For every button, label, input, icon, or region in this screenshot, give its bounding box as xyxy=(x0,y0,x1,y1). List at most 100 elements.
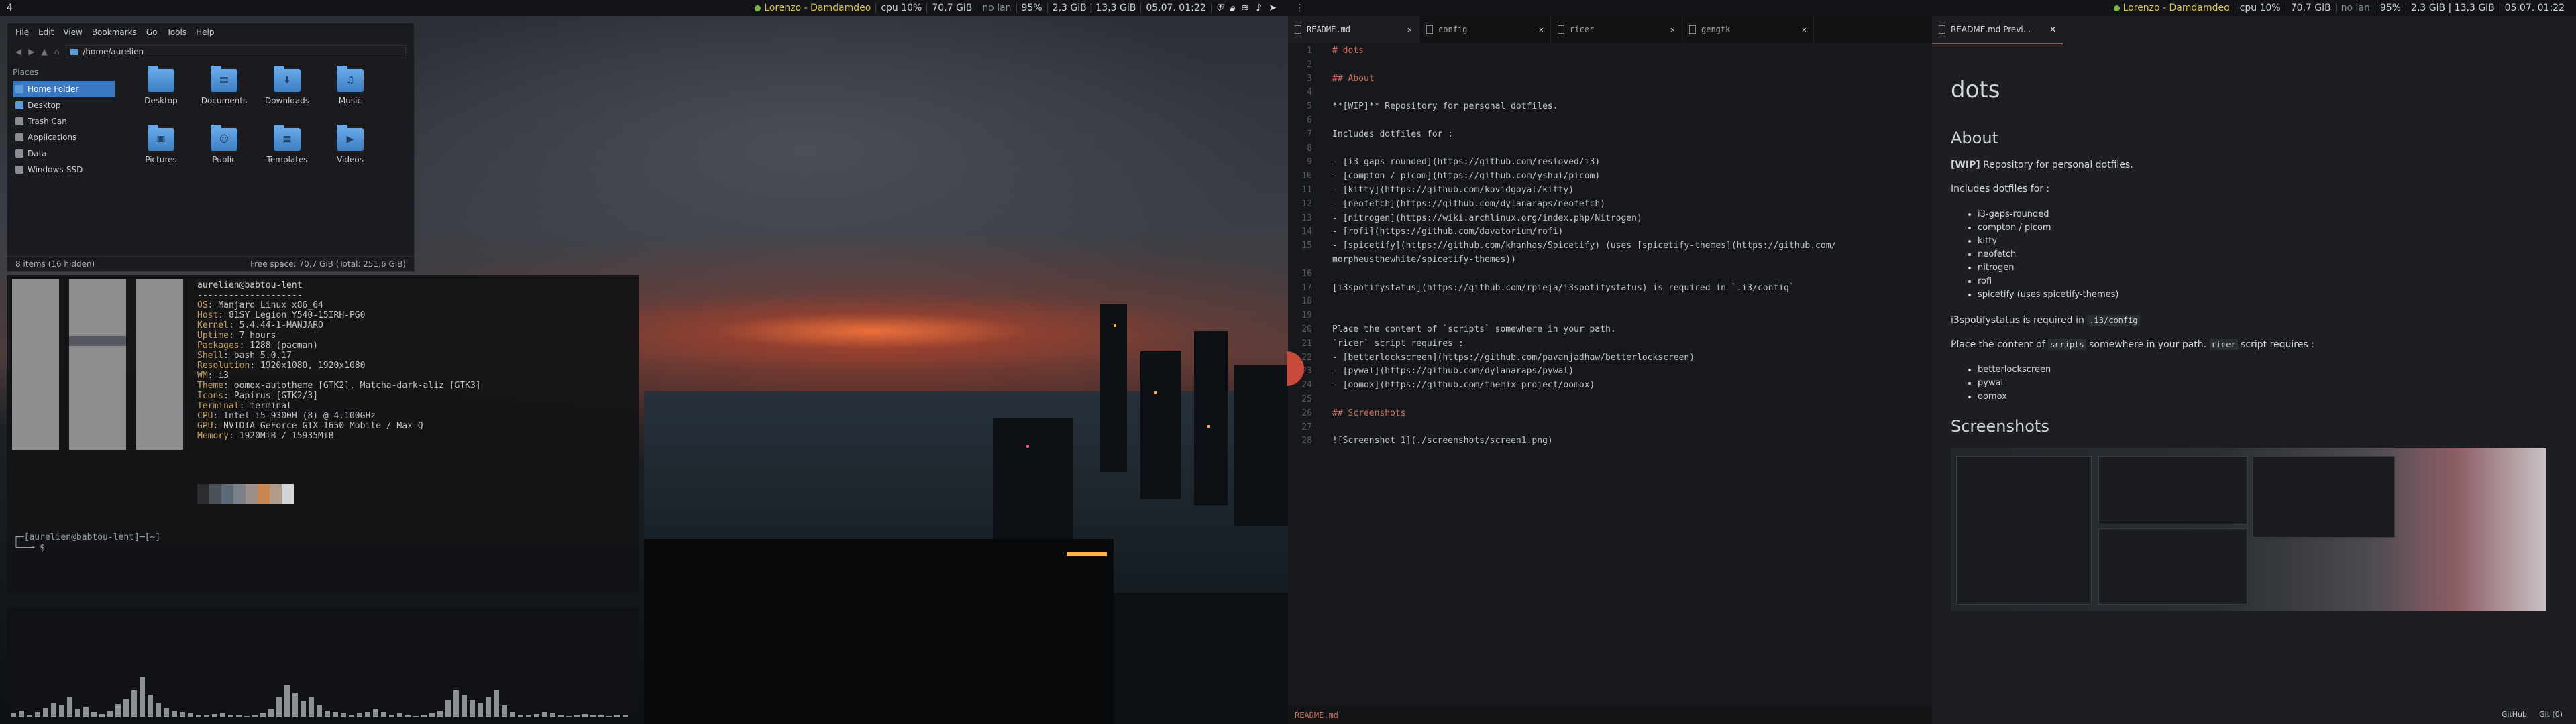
color-swatch xyxy=(246,484,258,504)
music-status[interactable]: Lorenzo - Damdamdeo xyxy=(750,3,875,13)
folder-templates[interactable]: ▦ Templates xyxy=(256,125,319,187)
visualizer-bar xyxy=(486,697,491,717)
workspace-indicator[interactable]: 4 xyxy=(0,3,19,13)
line-number: 27 xyxy=(1301,422,1312,432)
code-line: - [oomox](https://github.com/themix-proj… xyxy=(1332,380,1595,391)
lock-icon[interactable]: 🔒︎ xyxy=(1230,3,1234,13)
neofetch-value: 5.4.44-1-MANJARO xyxy=(239,320,323,330)
color-swatch xyxy=(197,484,209,504)
place-home-folder[interactable]: Home Folder xyxy=(13,81,115,97)
visualizer-bar xyxy=(260,713,266,717)
close-icon[interactable]: ✕ xyxy=(1407,25,1412,34)
status-filename: README.md xyxy=(1295,711,1339,720)
folder-documents[interactable]: ▤ Documents xyxy=(193,66,256,128)
shield-icon[interactable]: ⛨ xyxy=(1216,3,1224,13)
file-grid: Desktop ▤ Documents ⬇ Downloads ♫ Music ▣ Pi… xyxy=(120,62,414,194)
visualizer-bar xyxy=(172,711,177,717)
wallpaper-tower xyxy=(1100,304,1127,472)
neofetch-line: Terminal: terminal xyxy=(197,401,292,411)
preview-content: dots About [WIP] Repository for personal… xyxy=(1951,76,2555,611)
folder-videos[interactable]: ▶ Videos xyxy=(319,125,382,187)
back-icon[interactable]: ◀ xyxy=(15,47,21,56)
wallpaper-light xyxy=(1154,391,1157,394)
folder-desktop[interactable]: Desktop xyxy=(129,66,193,128)
code-area[interactable]: 1 # dots 2 3 ## About 4 5 **[WIP]** Repository … xyxy=(1288,43,1932,707)
tab-gengtk[interactable]: gengtk ✕ xyxy=(1682,16,1814,43)
neofetch-value: 1288 (pacman) xyxy=(250,341,319,351)
line-number: 28 xyxy=(1301,436,1312,446)
place-desktop[interactable]: Desktop xyxy=(13,97,115,113)
forward-icon[interactable]: ▶ xyxy=(28,47,34,56)
list-item: nitrogen xyxy=(1978,261,2555,275)
memory-status: 2,3 GiB | 13,3 GiB xyxy=(1046,3,1141,13)
place-data[interactable]: Data xyxy=(13,145,115,162)
wifi-icon[interactable]: ≋ xyxy=(1242,3,1250,13)
menu-file[interactable]: File xyxy=(15,27,29,37)
editor-tabbar: README.md ✕ config ✕ ricer ✕ gengtk ✕ xyxy=(1288,16,1932,43)
menu-go[interactable]: Go xyxy=(146,27,158,37)
line-number: 17 xyxy=(1301,282,1312,293)
volume-icon[interactable]: ♪ xyxy=(1256,3,1262,13)
neofetch-value: 1920MiB / 15935MiB xyxy=(239,431,334,441)
menu-view[interactable]: View xyxy=(63,27,82,37)
menu-edit[interactable]: Edit xyxy=(38,27,54,37)
preview-includes: Includes dotfiles for : xyxy=(1951,184,2050,194)
folder-downloads[interactable]: ⬇ Downloads xyxy=(256,66,319,128)
music-status-right[interactable]: Lorenzo - Damdamdeo xyxy=(2109,3,2235,13)
file-manager-menubar: File Edit View Bookmarks Go Tools Help xyxy=(7,23,414,41)
location-bar[interactable]: /home/aurelien xyxy=(66,45,406,58)
neofetch-line: Uptime: 7 hours xyxy=(197,330,276,341)
menu-tools[interactable]: Tools xyxy=(167,27,187,37)
neofetch-line: Resolution: 1920x1080, 1920x1080 xyxy=(197,361,366,371)
place-applications[interactable]: Applications xyxy=(13,129,115,145)
neofetch-key: Memory xyxy=(197,431,229,441)
close-icon[interactable]: ✕ xyxy=(1802,25,1807,34)
place-trash[interactable]: Trash Can xyxy=(13,113,115,129)
visualizer-bar xyxy=(75,709,80,717)
neofetch-key: Icons xyxy=(197,391,224,401)
neofetch-output: aurelien@babtou-lent -------------------… xyxy=(197,280,481,441)
line-number: 11 xyxy=(1301,185,1312,195)
code-line: Includes dotfiles for : xyxy=(1332,129,1454,139)
preview-description: [WIP] Repository for personal dotfiles. xyxy=(1951,160,2133,170)
menu-bookmarks[interactable]: Bookmarks xyxy=(92,27,137,37)
color-palette xyxy=(197,484,294,504)
code-line: morpheusthewhite/spicetify-themes)) xyxy=(1332,255,1516,265)
place-windows-ssd[interactable]: Windows-SSD xyxy=(13,162,115,178)
desktop-icon xyxy=(15,101,23,109)
tab-ricer[interactable]: ricer ✕ xyxy=(1551,16,1682,43)
terminal-window[interactable]: aurelien@babtou-lent -------------------… xyxy=(7,275,639,593)
github-link[interactable]: GitHub xyxy=(2502,710,2527,719)
wallpaper-building xyxy=(1194,331,1228,505)
visualizer-bar xyxy=(389,715,394,717)
color-swatch xyxy=(221,484,233,504)
telegram-icon[interactable]: ➤ xyxy=(1269,3,1277,13)
workspace-indicator-right[interactable]: ⋮ xyxy=(1288,3,1311,13)
up-icon[interactable]: ▲ xyxy=(41,47,47,56)
visualizer-bar xyxy=(244,716,250,717)
folder-pictures[interactable]: ▣ Pictures xyxy=(129,125,193,187)
tab-config[interactable]: config ✕ xyxy=(1419,16,1551,43)
visualizer-bar xyxy=(196,715,201,717)
videos-folder-icon: ▶ xyxy=(337,125,364,151)
close-icon[interactable]: ✕ xyxy=(1539,25,1544,34)
visualizer-bar xyxy=(67,697,72,717)
close-icon[interactable]: ✕ xyxy=(2049,25,2056,34)
tab-readme-preview[interactable]: README.md Previ... ✕ xyxy=(1932,16,2063,44)
visualizer-bar xyxy=(252,715,258,717)
visualizer-bar xyxy=(333,712,338,717)
neofetch-line: WM: i3 xyxy=(197,371,229,381)
shell-prompt[interactable]: ┌─[aurelien@babtou-lent]─[~] └──╼ $ xyxy=(13,532,160,554)
folder-public[interactable]: ☺ Public xyxy=(193,125,256,187)
line-number: 10 xyxy=(1301,171,1312,182)
file-manager-toolbar: ◀ ▶ ▲ ⌂ /home/aurelien xyxy=(7,41,414,62)
manjaro-logo xyxy=(12,279,183,450)
git-status[interactable]: Git (0) xyxy=(2539,710,2563,719)
home-icon[interactable]: ⌂ xyxy=(54,47,60,56)
close-icon[interactable]: ✕ xyxy=(1670,25,1675,34)
cpu-status-right: cpu 10% xyxy=(2234,3,2286,13)
menu-help[interactable]: Help xyxy=(196,27,214,37)
folder-music[interactable]: ♫ Music xyxy=(319,66,382,128)
neofetch-line: Shell: bash 5.0.17 xyxy=(197,351,292,361)
tab-readme[interactable]: README.md ✕ xyxy=(1288,16,1419,43)
